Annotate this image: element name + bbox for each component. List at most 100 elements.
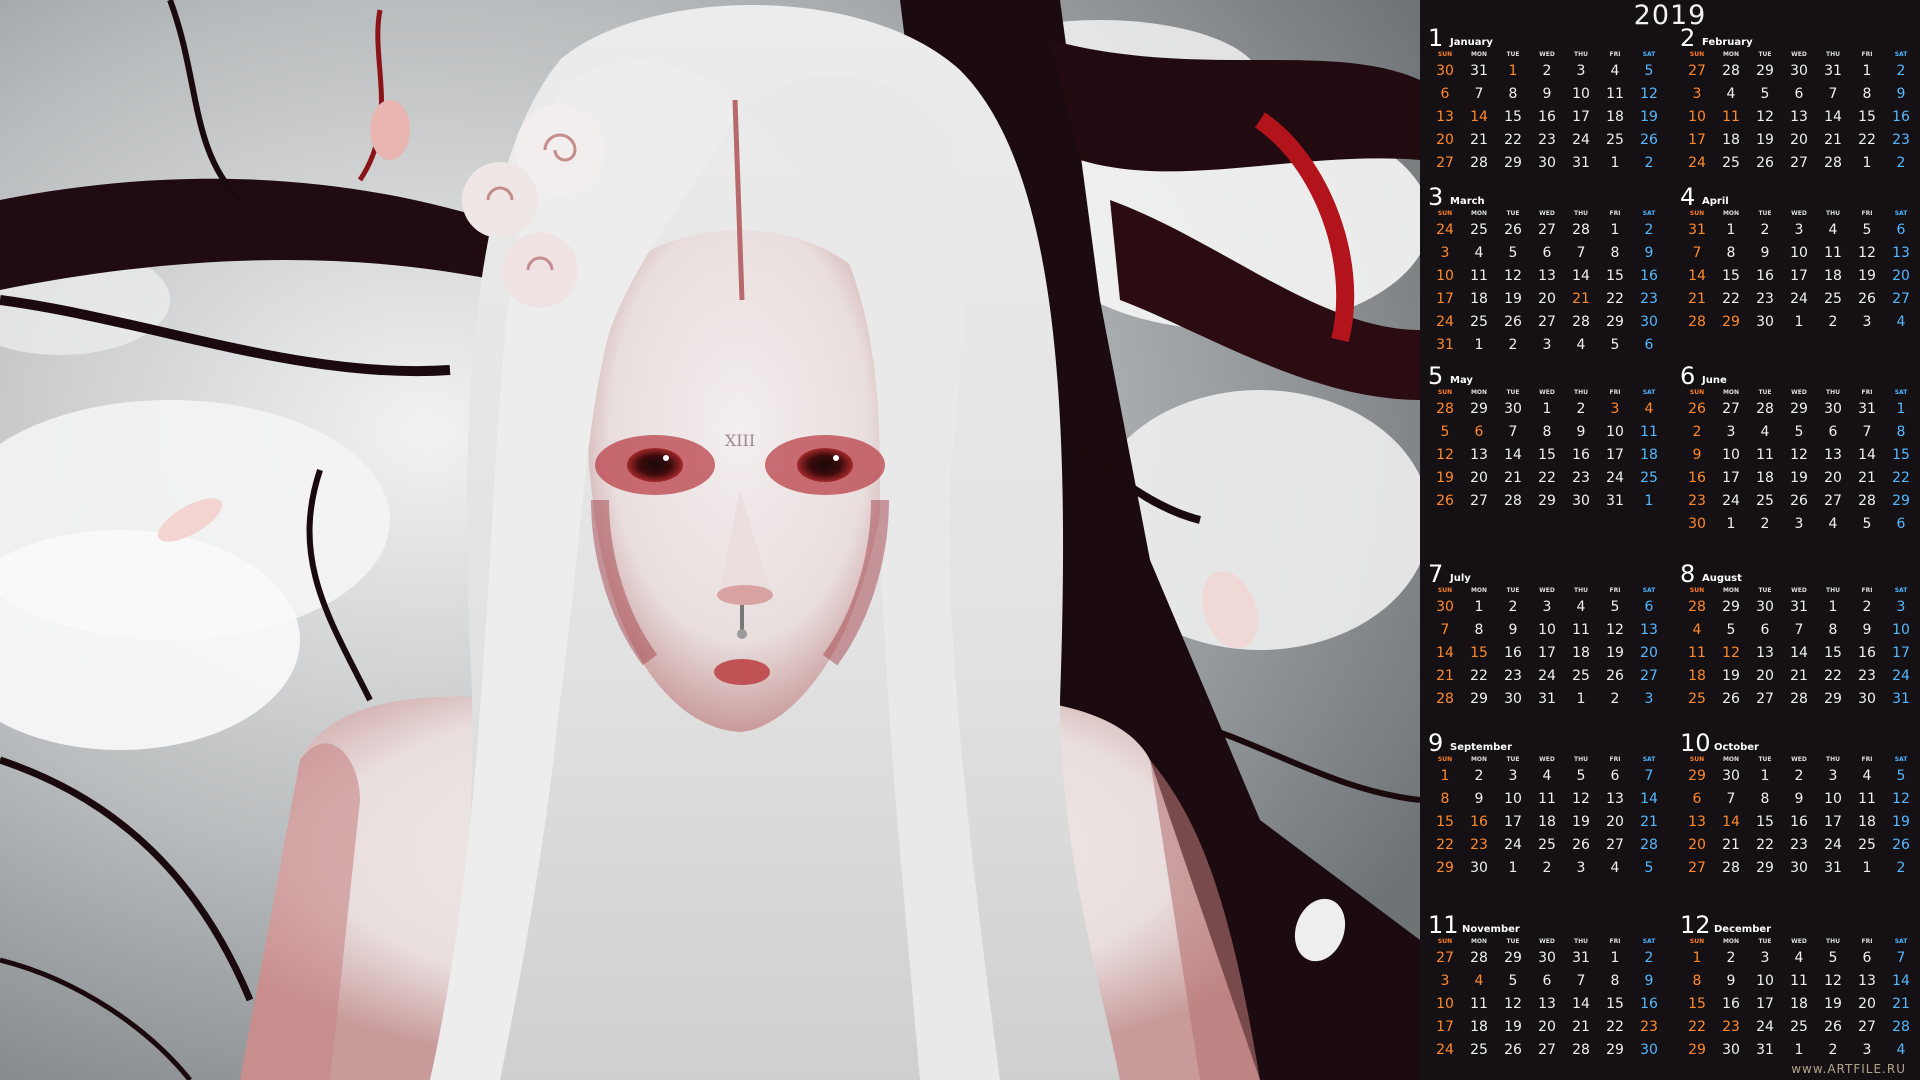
month-june: 6 June SUN MON TUE WED THU FRI SAT 26 27 28 29 30 31 1 2… [1680,362,1918,536]
calendar-day: 10 [1538,622,1556,638]
calendar-day: 14 [1892,973,1910,989]
calendar-day: 5 [1440,424,1450,440]
calendar-day: 20 [1538,1019,1556,1035]
calendar-day: 16 [1858,645,1876,661]
calendar-day: 29 [1722,314,1740,330]
calendar-day: 7 [1576,973,1586,989]
calendar-day: 9 [1896,86,1906,102]
calendar-day: 1 [1474,337,1484,353]
calendar-day: 15 [1722,268,1740,284]
calendar-day: 17 [1606,447,1624,463]
calendar-day: 26 [1606,668,1624,684]
calendar-day: 27 [1538,222,1556,238]
month-header: 3 March [1428,183,1666,211]
calendar-day: 11 [1824,245,1842,261]
calendar-day: 31 [1824,860,1842,876]
calendar-day: 29 [1606,1042,1624,1058]
calendar-day: 4 [1692,622,1702,638]
calendar-day: 24 [1436,222,1454,238]
calendar-day: 30 [1790,860,1808,876]
calendar-day: 17 [1722,470,1740,486]
calendar-day: 28 [1436,401,1454,417]
weekday-header-row: SUN MON TUE WED THU FRI SAT [1428,937,1666,947]
calendar-day: 23 [1640,291,1658,307]
calendar-day: 28 [1722,860,1740,876]
calendar-day: 30 [1504,401,1522,417]
calendar-day: 25 [1688,691,1706,707]
month-name: March [1450,196,1485,207]
calendar-day: 18 [1538,814,1556,830]
calendar-day: 22 [1858,132,1876,148]
calendar-day: 15 [1824,645,1842,661]
calendar-day: 13 [1538,268,1556,284]
weekday-header-row: SUN MON TUE WED THU FRI SAT [1680,586,1918,596]
calendar-day: 28 [1470,950,1488,966]
calendar-day: 23 [1688,493,1706,509]
calendar-day: 15 [1436,814,1454,830]
calendar-day: 22 [1538,470,1556,486]
weekday-label: WED [1791,587,1807,594]
calendar-day: 17 [1790,268,1808,284]
calendar-day: 18 [1722,132,1740,148]
calendar-day: 9 [1644,245,1654,261]
calendar-day: 18 [1606,109,1624,125]
month-number: 6 [1680,362,1696,390]
weekday-header-row: SUN MON TUE WED THU FRI SAT [1428,50,1666,60]
weekday-label: SAT [1642,938,1656,945]
calendar-2019: 2019 1 January SUN MON TUE WED THU FRI SAT 30 31 1 2… [1420,0,1920,1080]
calendar-day: 17 [1436,291,1454,307]
calendar-day: 21 [1436,668,1454,684]
weekday-header-row: SUN MON TUE WED THU FRI SAT [1680,388,1918,398]
calendar-day: 25 [1470,222,1488,238]
calendar-day: 6 [1760,622,1770,638]
calendar-day: 1 [1760,768,1770,784]
calendar-day: 9 [1576,424,1586,440]
calendar-day: 9 [1794,791,1804,807]
weekday-header-row: SUN MON TUE WED THU FRI SAT [1680,937,1918,947]
weekday-label: SAT [1894,210,1908,217]
weekday-label: WED [1539,51,1555,58]
calendar-day: 4 [1610,860,1620,876]
calendar-day: 21 [1688,291,1706,307]
weekday-label: SAT [1894,587,1908,594]
calendar-day: 29 [1470,401,1488,417]
calendar-day: 1 [1828,599,1838,615]
calendar-day: 31 [1572,950,1590,966]
calendar-day: 14 [1722,814,1740,830]
calendar-day: 22 [1756,837,1774,853]
weekday-label: TUE [1506,756,1520,763]
calendar-day: 11 [1538,791,1556,807]
calendar-day: 7 [1474,86,1484,102]
calendar-day: 26 [1640,132,1658,148]
calendar-day: 25 [1858,837,1876,853]
calendar-day: 25 [1538,837,1556,853]
calendar-day: 23 [1504,668,1522,684]
calendar-day: 28 [1790,691,1808,707]
weekday-label: TUE [1506,210,1520,217]
calendar-day: 13 [1858,973,1876,989]
weekday-label: SAT [1642,210,1656,217]
calendar-day: 3 [1440,245,1450,261]
calendar-day: 20 [1756,668,1774,684]
calendar-day: 8 [1440,791,1450,807]
calendar-day: 26 [1756,155,1774,171]
wallpaper: XIII 2019 1 January SUN MON TUE WED THU FRI SAT 3… [0,0,1920,1080]
month-september: 9 September SUN MON TUE WED THU FRI SAT 1 2 3 4 5 6 7 8 9… [1428,729,1666,880]
calendar-day: 19 [1824,996,1842,1012]
weekday-label: MON [1470,51,1488,58]
weekday-label: THU [1826,938,1840,945]
weekday-label: SAT [1894,756,1908,763]
calendar-day: 28 [1572,1042,1590,1058]
calendar-day: 19 [1790,470,1808,486]
calendar-day: 29 [1824,691,1842,707]
calendar-day: 15 [1504,109,1522,125]
weekday-label: FRI [1609,756,1621,763]
weekday-label: FRI [1609,210,1621,217]
calendar-day: 2 [1862,599,1872,615]
calendar-day: 12 [1504,996,1522,1012]
calendar-day: 17 [1436,1019,1454,1035]
calendar-day: 3 [1862,314,1872,330]
calendar-day: 10 [1504,791,1522,807]
calendar-day: 20 [1790,132,1808,148]
calendar-day: 30 [1538,950,1556,966]
